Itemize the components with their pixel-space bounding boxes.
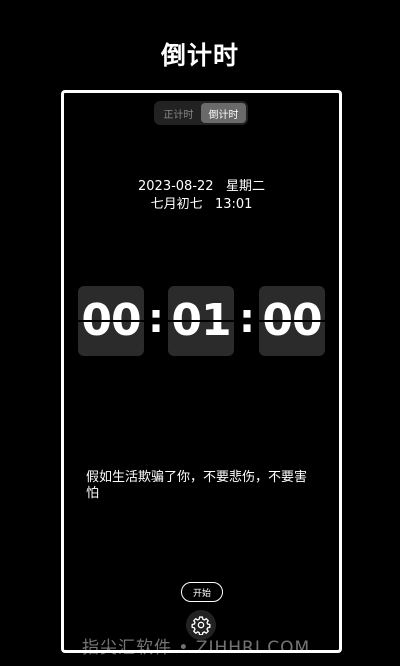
seconds-card: 00 [259,286,325,356]
hours-value: 00 [81,295,141,346]
motto-text: 假如生活欺骗了你，不要悲伤，不要害怕 [86,470,308,501]
countdown-display: 00 : 01 : 00 [78,286,328,356]
start-button[interactable]: 开始 [181,582,223,602]
lunar-time-label: 七月初七 13:01 [150,197,253,212]
colon-separator: : [148,296,164,342]
seconds-value: 00 [262,295,322,346]
gear-icon [191,616,211,635]
minutes-card: 01 [168,286,234,356]
mode-toggle[interactable]: 正计时 倒计时 [154,101,248,125]
tab-countdown[interactable]: 倒计时 [201,103,246,123]
minutes-value: 01 [171,295,231,346]
watermark-text: 指尖汇软件 • ZIHHRI.COM [82,638,311,658]
page-title: 倒计时 [160,41,239,70]
clock-preview-frame: 正计时 倒计时 2023-08-22 星期二 七月初七 13:01 00 : 0… [61,90,342,653]
screen: 倒计时 正计时 倒计时 2023-08-22 星期二 七月初七 13:01 00… [0,0,400,666]
tab-count-up[interactable]: 正计时 [156,103,201,123]
date-weekday-label: 2023-08-22 星期二 [138,179,265,194]
hours-card: 00 [78,286,144,356]
colon-separator: : [239,296,255,342]
